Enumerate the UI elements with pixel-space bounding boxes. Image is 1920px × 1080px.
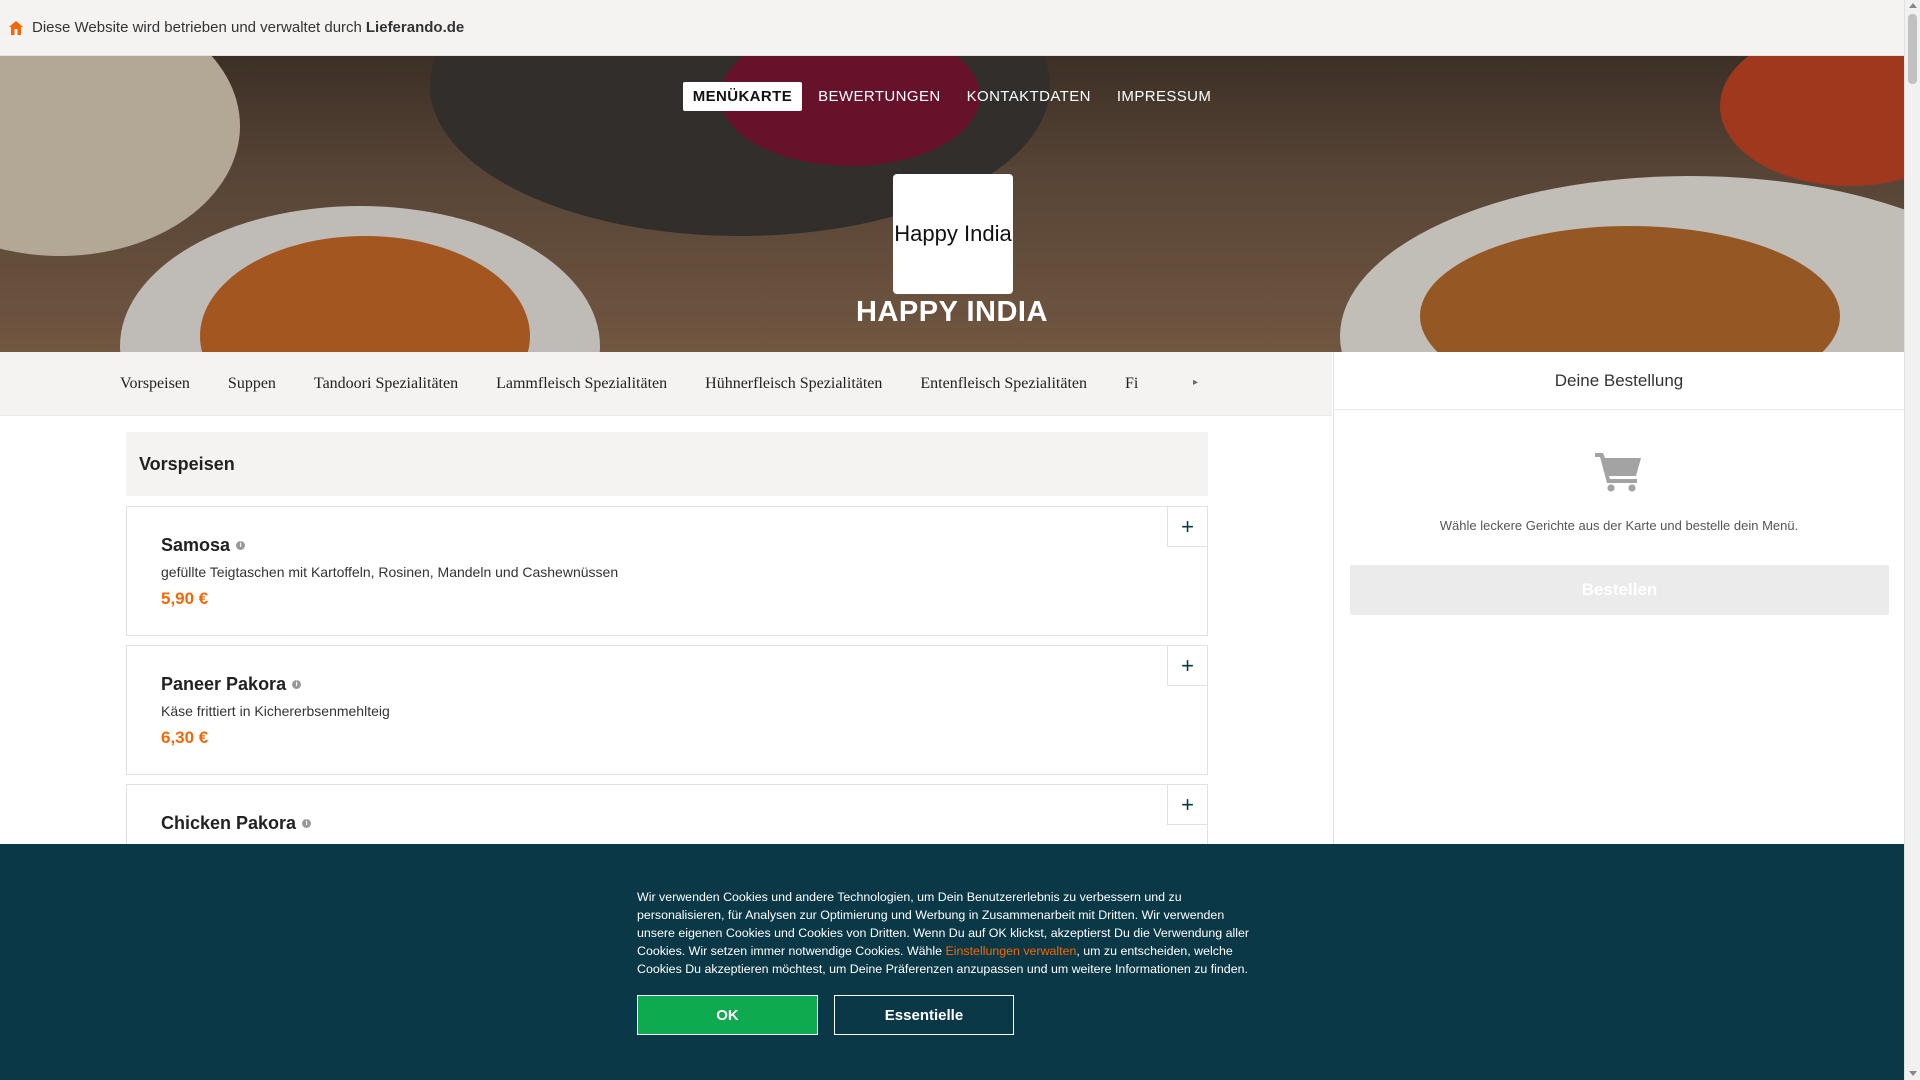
category-nav: Vorspeisen Suppen Tandoori Spezialitäten…: [0, 352, 1332, 416]
item-name: Paneer Pakora: [161, 674, 287, 694]
item-description: gefüllte Teigtaschen mit Kartoffeln, Ros…: [161, 564, 619, 580]
scroll-down-icon[interactable]: [1909, 1071, 1917, 1076]
order-button[interactable]: Bestellen: [1350, 565, 1889, 615]
operator-brand: Lieferando.de: [365, 19, 465, 36]
restaurant-logo: Happy India: [893, 174, 1013, 294]
add-to-cart-button[interactable]: +: [1167, 507, 1207, 547]
page-scrollbar[interactable]: [1904, 0, 1920, 1080]
category-tandoori[interactable]: Tandoori Spezialitäten: [314, 375, 458, 393]
section-title: Vorspeisen: [126, 432, 1208, 496]
nav-menukarte[interactable]: MENÜKARTE: [682, 82, 803, 111]
basket-title: Deine Bestellung: [1334, 352, 1904, 410]
item-description: Käse frittiert in Kichererbsenmehlteig: [161, 703, 390, 719]
item-name: Chicken Pakora: [161, 813, 297, 833]
menu-item[interactable]: Paneer Pakora i Käse frittiert in Kicher…: [126, 645, 1208, 775]
menu-item[interactable]: Samosa i gefüllte Teigtaschen mit Kartof…: [126, 506, 1208, 636]
nav-impressum[interactable]: IMPRESSUM: [1107, 82, 1221, 111]
cart-icon: [1595, 453, 1641, 492]
add-to-cart-button[interactable]: +: [1167, 785, 1207, 825]
category-entenfleisch[interactable]: Entenfleisch Spezialitäten: [920, 375, 1087, 393]
home-icon: [9, 20, 23, 35]
essential-cookies-button[interactable]: Essentielle: [834, 995, 1014, 1035]
cookie-banner: Wir verwenden Cookies und andere Technol…: [0, 844, 1904, 1080]
manage-settings-link[interactable]: Einstellungen verwalten: [946, 944, 1077, 958]
category-suppen[interactable]: Suppen: [228, 375, 276, 393]
info-icon[interactable]: i: [292, 680, 302, 689]
category-lammfleisch[interactable]: Lammfleisch Spezialitäten: [496, 375, 667, 393]
restaurant-name: HAPPY INDIA: [856, 296, 1048, 328]
scroll-thumb[interactable]: [1908, 14, 1917, 84]
restaurant-logo-text: Happy India: [894, 221, 1012, 246]
main-nav: MENÜKARTE BEWERTUNGEN KONTAKTDATEN IMPRE…: [0, 82, 1904, 111]
category-vorspeisen[interactable]: Vorspeisen: [120, 375, 190, 393]
item-price: 6,30 €: [161, 728, 209, 747]
accept-cookies-button[interactable]: OK: [637, 995, 818, 1035]
chevron-right-icon[interactable]: ▸: [1193, 377, 1198, 388]
add-to-cart-button[interactable]: +: [1167, 646, 1207, 686]
category-fi[interactable]: Fi: [1125, 375, 1138, 393]
category-huehnerfleisch[interactable]: Hühnerfleisch Spezialitäten: [705, 375, 882, 393]
basket-empty-text: Wähle leckere Gerichte aus der Karte und…: [1439, 518, 1799, 533]
info-icon[interactable]: i: [236, 541, 246, 550]
operator-text: Diese Website wird betrieben und verwalt…: [32, 19, 362, 36]
info-icon[interactable]: i: [302, 819, 312, 828]
order-basket: Deine Bestellung Wähle leckere Gerichte …: [1333, 352, 1904, 844]
nav-kontaktdaten[interactable]: KONTAKTDATEN: [957, 82, 1101, 111]
item-price: 5,90 €: [161, 589, 209, 608]
scroll-up-icon[interactable]: [1909, 3, 1917, 8]
hero-banner: MENÜKARTE BEWERTUNGEN KONTAKTDATEN IMPRE…: [0, 56, 1904, 352]
item-name: Samosa: [161, 535, 231, 555]
operator-banner: Diese Website wird betrieben und verwalt…: [0, 0, 1904, 56]
cookie-text: Wir verwenden Cookies und andere Technol…: [637, 888, 1263, 978]
nav-bewertungen[interactable]: BEWERTUNGEN: [808, 82, 950, 111]
